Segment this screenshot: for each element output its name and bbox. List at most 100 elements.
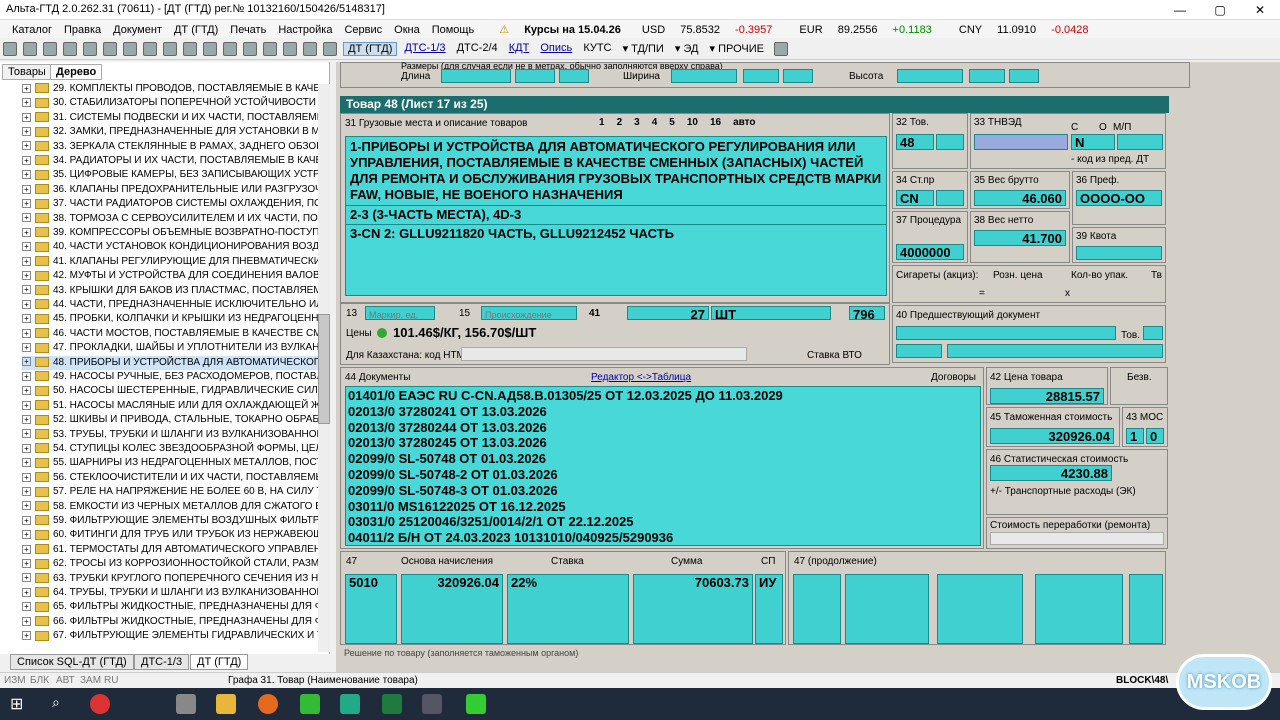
mos-a-field[interactable]: 1 (1126, 428, 1144, 444)
document-row[interactable]: 02013/0 37280245 ОТ 13.03.2026 (348, 435, 978, 451)
tree-item[interactable]: +56. СТЕКЛООЧИСТИТЕЛИ И ИХ ЧАСТИ, ПОСТАВ… (22, 471, 318, 485)
list-icon[interactable] (323, 42, 337, 56)
document-row[interactable]: 04011/2 Б/Н ОТ 24.03.2023 10131010/04092… (348, 530, 978, 546)
width-extra-field[interactable] (783, 69, 813, 83)
wechat-icon[interactable] (300, 694, 320, 714)
cont-col-5[interactable] (1129, 574, 1163, 644)
archive-icon[interactable] (774, 42, 789, 56)
tree-item[interactable]: +55. ШАРНИРЫ ИЗ НЕДРАГОЦЕННЫХ МЕТАЛЛОВ, … (22, 456, 318, 470)
box31-tab[interactable]: авто (733, 117, 755, 128)
height-field[interactable] (897, 69, 963, 83)
tree-item[interactable]: +30. СТАБИЛИЗАТОРЫ ПОПЕРЕЧНОЙ УСТОЙЧИВОС… (22, 96, 318, 110)
tab-tree[interactable]: Дерево (50, 64, 103, 80)
expand-icon[interactable]: + (22, 141, 31, 151)
expand-icon[interactable]: + (22, 112, 31, 122)
tree-item[interactable]: +60. ФИТИНГИ ДЛЯ ТРУБ ИЛИ ТРУБОК ИЗ НЕРЖ… (22, 528, 318, 542)
desc-line-3[interactable]: 3-CN 2: GLLU9211820 ЧАСТЬ, GLLU9212452 Ч… (346, 225, 886, 243)
gross-weight-field[interactable]: 46.060 (974, 190, 1066, 206)
unit-field[interactable]: ШТ (711, 306, 831, 322)
menu-item[interactable]: Правка (58, 22, 107, 38)
documents-list[interactable]: 01401/0 ЕАЭС RU C-CN.АД58.В.01305/25 ОТ … (345, 386, 981, 546)
item-price-field[interactable]: 28815.57 (990, 388, 1104, 404)
width-unit-field[interactable] (743, 69, 779, 83)
yandex-browser-icon[interactable] (90, 694, 110, 714)
ed-button[interactable]: ▾ ЭД (671, 42, 703, 55)
expand-icon[interactable]: + (22, 472, 31, 482)
document-row[interactable]: 01401/0 ЕАЭС RU C-CN.АД58.В.01305/25 ОТ … (348, 388, 978, 404)
other-button[interactable]: ▾ ПРОЧИЕ (706, 42, 768, 55)
tree-item[interactable]: +43. КРЫШКИ ДЛЯ БАКОВ ИЗ ПЛАСТМАС, ПОСТА… (22, 284, 318, 298)
alta-gtd-icon[interactable] (340, 694, 360, 714)
hs-c-field[interactable]: N (1071, 134, 1115, 150)
prev-doc-a-field[interactable] (896, 344, 942, 358)
excel-icon[interactable] (382, 694, 402, 714)
qty-field[interactable]: 27 (627, 306, 709, 322)
box31-tab[interactable]: 16 (710, 117, 721, 128)
tree-item[interactable]: +36. КЛАПАНЫ ПРЕДОХРАНИТЕЛЬНЫЕ ИЛИ РАЗГР… (22, 183, 318, 197)
unit-code-field[interactable]: 796 (849, 306, 885, 322)
tree-item[interactable]: +34. РАДИАТОРЫ И ИХ ЧАСТИ, ПОСТАВЛЯЕМЫЕ … (22, 154, 318, 168)
width-field[interactable] (671, 69, 737, 83)
expand-icon[interactable]: + (22, 227, 31, 237)
new-icon[interactable] (3, 42, 17, 56)
expand-icon[interactable]: + (22, 616, 31, 626)
preference-field[interactable]: ОООО-ОО (1076, 190, 1162, 206)
tree-item[interactable]: +63. ТРУБКИ КРУГЛОГО ПОПЕРЕЧНОГО СЕЧЕНИЯ… (22, 572, 318, 586)
box31-tab[interactable]: 1 (599, 117, 605, 128)
tree-item[interactable]: +64. ТРУБЫ, ТРУБКИ И ШЛАНГИ ИЗ ВУЛКАНИЗО… (22, 586, 318, 600)
app-icon[interactable] (176, 694, 196, 714)
origin-country-field[interactable]: CN (896, 190, 934, 206)
procedure-field[interactable]: 4000000 (896, 244, 964, 260)
box31-tab[interactable]: 2 (617, 117, 623, 128)
tree-item[interactable]: +47. ПРОКЛАДКИ, ШАЙБЫ И УПЛОТНИТЕЛИ ИЗ В… (22, 341, 318, 355)
length-field[interactable] (441, 69, 511, 83)
tree-item[interactable]: +51. НАСОСЫ МАСЛЯНЫЕ ИЛИ ДЛЯ ОХЛАЖДАЮЩЕЙ… (22, 399, 318, 413)
calc-icon[interactable] (123, 42, 137, 56)
expand-icon[interactable]: + (22, 587, 31, 597)
copy-icon[interactable] (63, 42, 77, 56)
mos-b-field[interactable]: 0 (1146, 428, 1164, 444)
kdt-button[interactable]: КДТ (505, 42, 534, 54)
origin-extra-field[interactable] (936, 190, 964, 206)
length-extra-field[interactable] (559, 69, 589, 83)
expand-icon[interactable]: + (22, 127, 31, 137)
expand-icon[interactable]: + (22, 242, 31, 252)
hs-code-field[interactable] (974, 134, 1068, 150)
menu-item[interactable]: Окна (388, 22, 426, 38)
document-row[interactable]: 02099/0 SL-50748-3 ОТ 01.03.2026 (348, 483, 978, 499)
expand-icon[interactable]: + (22, 371, 31, 381)
rate-cell[interactable]: 22% (507, 574, 629, 644)
opis-button[interactable]: Опись (536, 42, 576, 54)
tree-item[interactable]: +67. ФИЛЬТРУЮЩИЕ ЭЛЕМЕНТЫ ГИДРАВЛИЧЕСКИХ… (22, 629, 318, 643)
tree-item[interactable]: +50. НАСОСЫ ШЕСТЕРЕННЫЕ, ГИДРАВЛИЧЕСКИЕ … (22, 384, 318, 398)
green-app-icon[interactable] (466, 694, 486, 714)
expand-icon[interactable]: + (22, 271, 31, 281)
document-row[interactable]: 03011/0 MS16122025 ОТ 16.12.2025 (348, 499, 978, 515)
menu-item[interactable]: Документ (107, 22, 168, 38)
marking-field[interactable]: Маркир. ед. (365, 306, 435, 320)
wizard-icon[interactable] (83, 42, 97, 56)
expand-icon[interactable]: + (22, 98, 31, 108)
menu-item[interactable]: Каталог (6, 22, 58, 38)
expand-icon[interactable]: + (22, 515, 31, 525)
length-unit-field[interactable] (515, 69, 555, 83)
dts24-button[interactable]: ДТС-2/4 (453, 42, 502, 54)
hs-mp-field[interactable] (1117, 134, 1163, 150)
maximize-icon[interactable]: ▢ (1200, 0, 1240, 20)
cont-col-3[interactable] (937, 574, 1023, 644)
tree-item[interactable]: +46. ЧАСТИ МОСТОВ, ПОСТАВЛЯЕМЫЕ В КАЧЕСТ… (22, 327, 318, 341)
expand-icon[interactable]: + (22, 400, 31, 410)
document-row[interactable]: 02013/0 37280244 ОТ 13.03.2026 (348, 420, 978, 436)
windows-start-icon[interactable]: ⊞ (10, 694, 30, 714)
tree-item[interactable]: +41. КЛАПАНЫ РЕГУЛИРУЮЩИЕ ДЛЯ ПНЕВМАТИЧЕ… (22, 255, 318, 269)
tree-item[interactable]: +65. ФИЛЬТРЫ ЖИДКОСТНЫЕ, ПРЕДНАЗНАЧЕНЫ Д… (22, 600, 318, 614)
tree-item[interactable]: +54. СТУПИЦЫ КОЛЕС ЗВЕЗДООБРАЗНОЙ ФОРМЫ,… (22, 442, 318, 456)
print-icon[interactable] (43, 42, 57, 56)
expand-icon[interactable]: + (22, 487, 31, 497)
expand-icon[interactable]: + (22, 328, 31, 338)
tree-item[interactable]: +57. РЕЛЕ НА НАПРЯЖЕНИЕ НЕ БОЛЕЕ 60 В, Н… (22, 485, 318, 499)
base-cell[interactable]: 320926.04 (401, 574, 503, 644)
cont-col-1[interactable] (793, 574, 841, 644)
tree-item[interactable]: +44. ЧАСТИ, ПРЕДНАЗНАЧЕННЫЕ ИСКЛЮЧИТЕЛЬН… (22, 298, 318, 312)
editor-toggle-link[interactable]: Редактор <->Таблица (591, 372, 691, 383)
